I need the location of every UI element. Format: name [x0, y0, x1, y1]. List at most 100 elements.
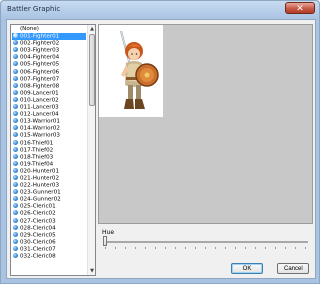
file-icon — [13, 33, 18, 39]
slider-tick — [275, 247, 276, 249]
list-item[interactable]: 004-Fighter04 — [12, 54, 86, 61]
slider-tick — [115, 247, 116, 249]
file-icon — [13, 89, 18, 95]
list-item[interactable]: 024-Gunner02 — [12, 196, 86, 203]
file-icon — [13, 182, 18, 188]
list-item[interactable]: 020-Hunter01 — [12, 167, 86, 175]
file-icon — [13, 238, 18, 244]
list-item-label: 025-Cleric01 — [20, 203, 56, 210]
list-item[interactable]: 025-Cleric01 — [12, 203, 86, 210]
list-item[interactable]: 008-Fighter08 — [12, 82, 86, 90]
list-item[interactable]: 027-Cleric03 — [12, 217, 86, 225]
list-item[interactable]: 013-Warrior01 — [12, 118, 86, 125]
list-item-label: 011-Lancer03 — [20, 104, 59, 111]
hue-slider-thumb[interactable] — [103, 236, 107, 246]
list-item-label: 032-Cleric08 — [20, 253, 56, 260]
file-icon — [13, 54, 18, 60]
file-icon — [13, 167, 18, 173]
list-item[interactable]: (None) — [12, 26, 86, 33]
file-icon — [13, 146, 18, 152]
slider-tick — [295, 247, 296, 249]
list-item[interactable]: 032-Cleric08 — [12, 253, 86, 260]
list-item-label: 024-Gunner02 — [20, 196, 61, 203]
list-item[interactable]: 026-Cleric02 — [12, 210, 86, 217]
file-icon — [13, 224, 18, 230]
list-item[interactable]: 029-Cleric05 — [12, 231, 86, 239]
fighter-sprite-icon — [120, 30, 159, 109]
slider-tick — [135, 247, 136, 249]
list-item-label: 031-Cleric07 — [20, 246, 56, 253]
slider-tick — [155, 247, 156, 249]
list-item[interactable]: 017-Thief02 — [12, 146, 86, 154]
list-item[interactable]: 007-Fighter07 — [12, 75, 86, 83]
list-item[interactable]: 011-Lancer03 — [12, 104, 86, 111]
close-button[interactable]: ✕ — [285, 2, 315, 14]
file-icon — [13, 174, 18, 180]
list-item[interactable]: 023-Gunner01 — [12, 189, 86, 196]
list-item-label: 030-Cleric06 — [20, 239, 56, 246]
slider-tick — [245, 247, 246, 249]
scroll-down-arrow-icon[interactable]: ▼ — [88, 267, 95, 275]
list-item[interactable]: 021-Hunter02 — [12, 174, 86, 182]
slider-tick — [215, 247, 216, 249]
list-item[interactable]: 006-Fighter06 — [12, 68, 86, 76]
list-item[interactable]: 031-Cleric07 — [12, 245, 86, 253]
list-item-label: 028-Cleric04 — [20, 225, 56, 232]
list-item-label: 009-Lancer01 — [20, 90, 59, 97]
list-item-label: 027-Cleric03 — [20, 218, 56, 225]
slider-tick — [145, 247, 146, 249]
list-item-label: 018-Thief03 — [20, 154, 54, 161]
list-item[interactable]: 014-Warrior02 — [12, 125, 86, 132]
graphic-file-list[interactable]: (None) 001-Fighter01 002-Fighter02 003-Figh… — [10, 24, 96, 276]
file-icon — [13, 132, 18, 138]
list-item[interactable]: 028-Cleric04 — [12, 224, 86, 232]
list-item-label: 023-Gunner01 — [20, 189, 61, 196]
list-item[interactable]: 030-Cleric06 — [12, 238, 86, 246]
list-item-label: 021-Hunter02 — [20, 175, 60, 182]
slider-tick — [165, 247, 166, 249]
list-item[interactable]: 022-Hunter03 — [12, 182, 86, 189]
list-item[interactable]: 016-Thief01 — [12, 139, 86, 147]
list-item[interactable]: 001-Fighter01 — [12, 33, 86, 41]
slider-tick — [205, 247, 206, 249]
list-item-label: 002-Fighter02 — [20, 40, 60, 47]
list-item[interactable]: 019-Thief04 — [12, 160, 86, 168]
list-item-label: 020-Hunter01 — [20, 168, 60, 175]
title-bar[interactable]: Battler Graphic ✕ — [1, 1, 319, 19]
slider-tick — [265, 247, 266, 249]
list-item[interactable]: 010-Lancer02 — [12, 96, 86, 104]
list-item-label: 016-Thief01 — [20, 140, 54, 146]
list-item[interactable]: 009-Lancer01 — [12, 89, 86, 97]
list-item-label: 017-Thief02 — [20, 147, 54, 154]
list-item[interactable]: 005-Fighter05 — [12, 61, 86, 68]
list-item-label: 003-Fighter03 — [20, 47, 60, 54]
list-item-label: 007-Fighter07 — [20, 76, 60, 83]
list-item[interactable]: 003-Fighter03 — [12, 47, 86, 54]
list-item[interactable]: 002-Fighter02 — [12, 40, 86, 47]
list-scrollbar[interactable]: ▲ ▼ — [87, 25, 95, 275]
file-icon — [13, 196, 18, 202]
hue-label: Hue — [102, 229, 115, 236]
file-icon — [13, 253, 18, 258]
hue-control: Hue — [98, 227, 311, 249]
slider-tick — [285, 247, 286, 249]
cancel-button[interactable]: Cancel — [277, 263, 309, 274]
sprite-image — [99, 25, 163, 117]
file-icon — [13, 189, 18, 195]
hue-slider-track[interactable] — [103, 241, 308, 243]
list-item[interactable]: 018-Thief03 — [12, 153, 86, 161]
scroll-thumb[interactable] — [89, 34, 95, 106]
hue-slider-ticks — [105, 247, 308, 249]
list-item-label: 026-Cleric02 — [20, 210, 56, 217]
slider-tick — [175, 247, 176, 249]
file-icon — [13, 75, 18, 81]
ok-button[interactable]: OK — [231, 263, 263, 274]
list-item[interactable]: 012-Lancer04 — [12, 111, 86, 118]
scroll-up-arrow-icon[interactable]: ▲ — [88, 25, 95, 33]
list-item-label: 029-Cleric05 — [20, 232, 56, 239]
list-item-label: 008-Fighter08 — [20, 83, 60, 90]
list-item[interactable]: 015-Warrior03 — [12, 132, 86, 139]
file-icon — [13, 47, 18, 53]
list-item-label: 006-Fighter06 — [20, 69, 60, 76]
file-icon — [13, 118, 18, 124]
